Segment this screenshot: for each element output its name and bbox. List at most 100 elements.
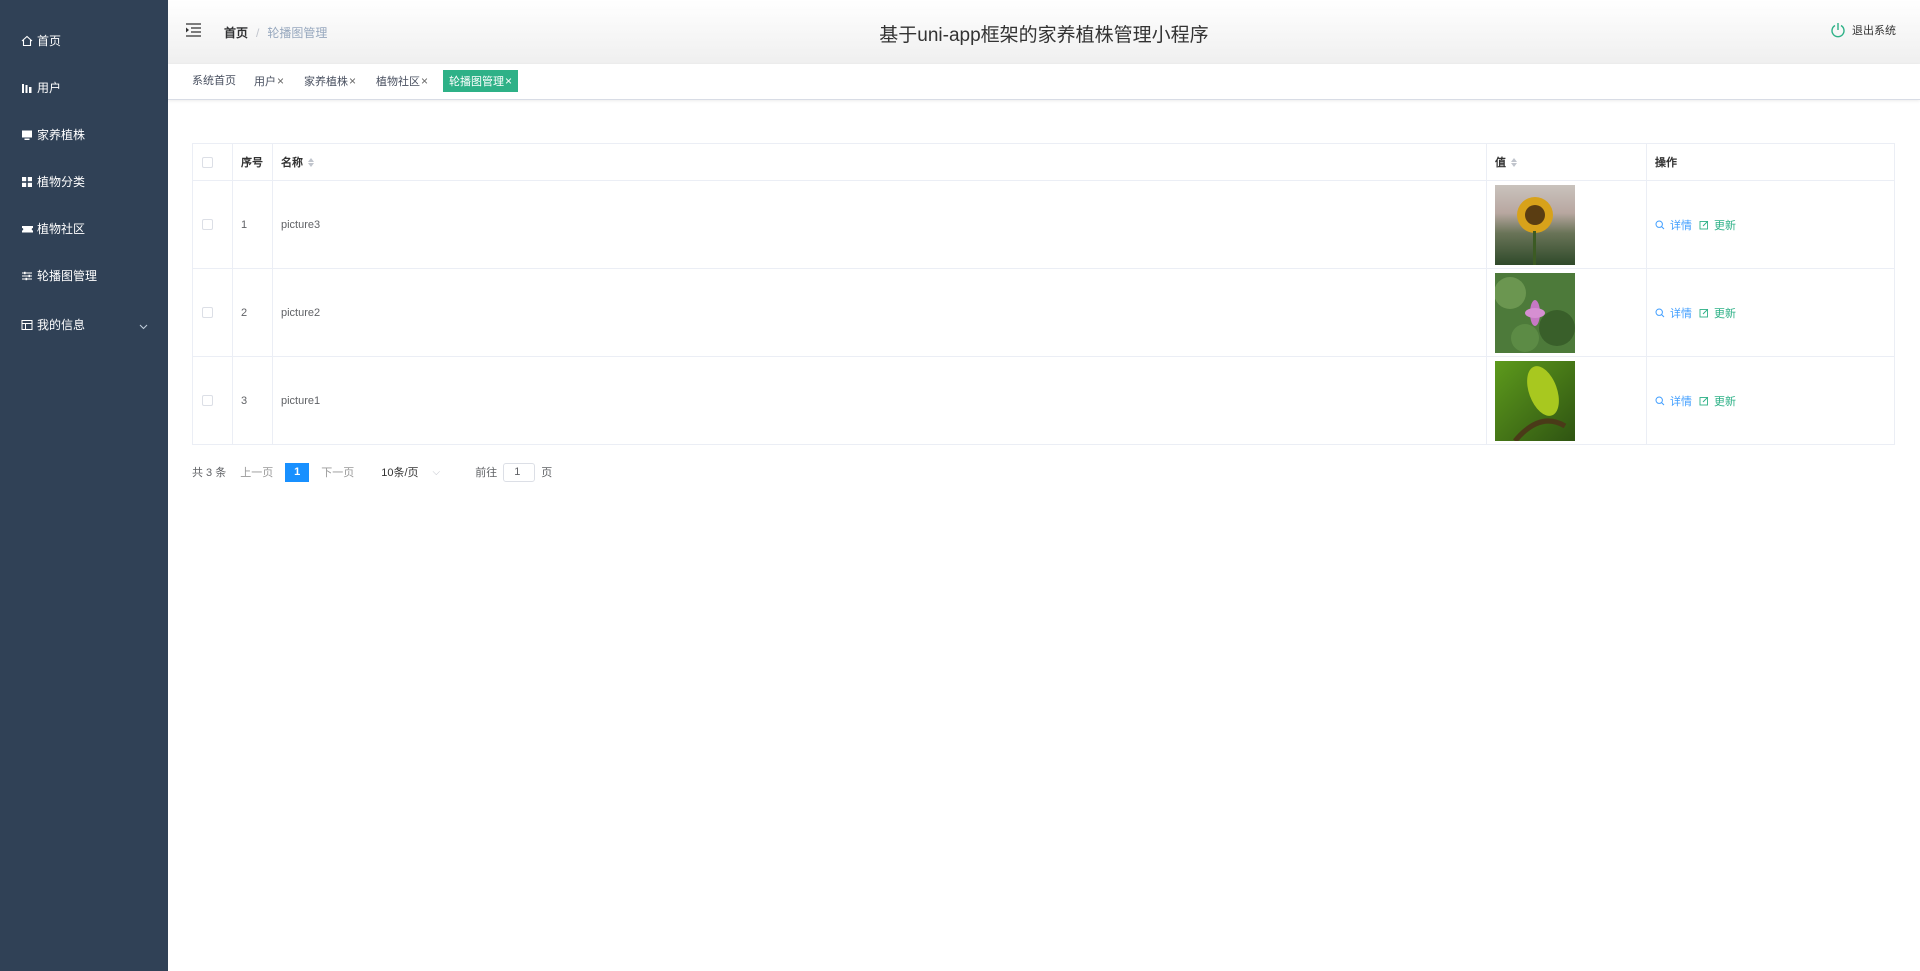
row-index: 1 [233, 181, 273, 269]
search-icon [1655, 219, 1665, 229]
column-header-actions: 操作 [1647, 144, 1895, 181]
row-checkbox[interactable] [202, 219, 213, 230]
sort-icon[interactable] [1511, 157, 1517, 167]
pink-flower-thumbnail[interactable] [1495, 272, 1575, 353]
column-header-value[interactable]: 值 [1487, 144, 1647, 181]
sidebar-item-plant-community[interactable]: 植物社区 [0, 205, 168, 252]
update-button[interactable]: 更新 [1699, 217, 1736, 233]
sidebar-item-label: 轮播图管理 [37, 269, 98, 283]
sidebar-item-users[interactable]: 用户 [0, 64, 168, 111]
carousel-table: 序号 名称 值 操作 1 picture3 详情 更新 2 picture2 详… [192, 143, 1895, 445]
detail-label: 详情 [1670, 395, 1692, 408]
tag-label: 轮播图管理 [449, 76, 504, 88]
monitor-icon [20, 128, 34, 142]
sidebar-item-plant-categories[interactable]: 植物分类 [0, 158, 168, 205]
row-actions: 详情 更新 [1647, 181, 1895, 269]
update-button[interactable]: 更新 [1699, 305, 1736, 321]
sidebar-item-home[interactable]: 首页 [0, 17, 168, 64]
close-icon[interactable]: × [421, 74, 428, 88]
row-checkbox[interactable] [202, 307, 213, 318]
prev-page-button[interactable]: 上一页 [240, 464, 273, 480]
tag-label: 植物社区 [376, 76, 420, 88]
sidebar-item-label: 家养植株 [37, 128, 86, 142]
calendar-icon [20, 318, 34, 332]
power-icon [1831, 23, 1845, 38]
select-all-checkbox[interactable] [202, 156, 213, 168]
pagination-total: 共 3 条 [192, 467, 227, 479]
logout-label: 退出系统 [1852, 25, 1896, 37]
column-header-label: 名称 [281, 157, 303, 169]
tag-system-home[interactable]: 系统首页 [190, 70, 238, 92]
sidebar-item-home-plants[interactable]: 家养植株 [0, 111, 168, 158]
update-label: 更新 [1714, 395, 1736, 408]
row-checkbox[interactable] [202, 395, 213, 406]
home-icon [20, 34, 34, 48]
row-name: picture1 [273, 357, 1487, 445]
next-page-button[interactable]: 下一页 [321, 464, 354, 480]
close-icon[interactable]: × [277, 74, 284, 88]
detail-button[interactable]: 详情 [1655, 305, 1692, 321]
edit-icon [1699, 308, 1709, 317]
header: 首页 / 轮播图管理 基于uni-app框架的家养植株管理小程序 退出系统 [168, 0, 1920, 64]
row-name: picture2 [273, 269, 1487, 357]
goto-label: 前往 [475, 467, 498, 479]
row-image-cell [1487, 357, 1647, 445]
detail-label: 详情 [1670, 219, 1692, 232]
page-unit-label: 页 [541, 467, 553, 479]
tag-plant-community[interactable]: 植物社区× [374, 70, 430, 92]
page-size-select[interactable]: 10条/页 ⌵ [381, 464, 445, 480]
edit-icon [1699, 220, 1709, 229]
sidebar-item-label: 植物分类 [37, 175, 86, 189]
chevron-down-icon: ⌵ [432, 466, 441, 478]
bar-chart-icon [20, 81, 34, 95]
sidebar-item-label: 用户 [37, 81, 62, 95]
column-header-name[interactable]: 名称 [273, 144, 1487, 181]
detail-label: 详情 [1670, 307, 1692, 320]
search-icon [1655, 307, 1665, 317]
row-actions: 详情 更新 [1647, 357, 1895, 445]
row-actions: 详情 更新 [1647, 269, 1895, 357]
detail-button[interactable]: 详情 [1655, 393, 1692, 409]
sidebar-item-label: 首页 [37, 34, 62, 48]
ticket-icon [20, 222, 34, 236]
search-icon [1655, 395, 1665, 405]
page-number-button[interactable]: 1 [285, 462, 310, 482]
column-header-index: 序号 [233, 144, 273, 181]
green-leaf-thumbnail[interactable] [1495, 360, 1575, 441]
close-icon[interactable]: × [505, 74, 512, 88]
row-image-cell [1487, 269, 1647, 357]
tag-users[interactable]: 用户× [252, 70, 286, 92]
row-name: picture3 [273, 181, 1487, 269]
detail-button[interactable]: 详情 [1655, 217, 1692, 233]
chevron-down-icon [139, 319, 148, 333]
select-all-cell [193, 144, 233, 181]
sidebar-item-label: 我的信息 [37, 318, 86, 332]
row-image-cell [1487, 181, 1647, 269]
row-checkbox-cell [193, 357, 233, 445]
row-index: 3 [233, 357, 273, 445]
update-label: 更新 [1714, 307, 1736, 320]
tag-carousel[interactable]: 轮播图管理× [443, 70, 519, 92]
sidebar-item-carousel[interactable]: 轮播图管理 [0, 252, 168, 299]
sidebar: 首页 用户 家养植株 植物分类 植物社区 轮播图管理 我的信息 [0, 0, 168, 971]
row-checkbox-cell [193, 269, 233, 357]
close-icon[interactable]: × [349, 74, 356, 88]
edit-icon [1699, 396, 1709, 405]
column-header-label: 值 [1495, 157, 1506, 169]
pagination: 共 3 条 上一页 1 下一页 10条/页 ⌵ 前往 页 [192, 462, 552, 482]
logout-button[interactable]: 退出系统 [1830, 22, 1896, 38]
sidebar-item-my-info[interactable]: 我的信息 [0, 301, 168, 348]
update-button[interactable]: 更新 [1699, 393, 1736, 409]
row-index: 2 [233, 269, 273, 357]
tag-label: 家养植株 [304, 76, 348, 88]
goto-page-input[interactable] [503, 462, 536, 482]
grid-icon [20, 175, 34, 189]
sunflower-thumbnail[interactable] [1495, 184, 1575, 265]
sidebar-item-label: 植物社区 [37, 222, 86, 236]
tag-home-plants[interactable]: 家养植株× [302, 70, 358, 92]
update-label: 更新 [1714, 219, 1736, 232]
page-title: 基于uni-app框架的家养植株管理小程序 [879, 25, 1209, 46]
sort-icon[interactable] [308, 157, 314, 167]
tags-view: 系统首页 用户× 家养植株× 植物社区× 轮播图管理× [168, 64, 1920, 100]
page-size-value: 10条/页 [381, 467, 419, 479]
